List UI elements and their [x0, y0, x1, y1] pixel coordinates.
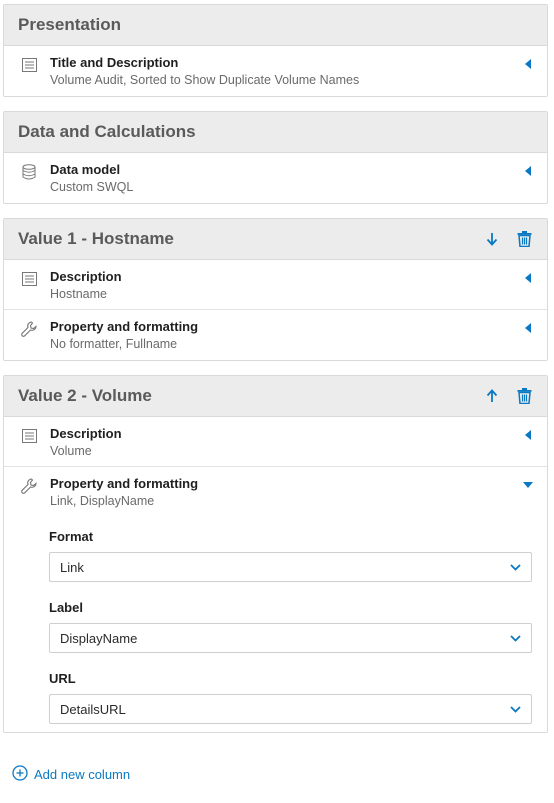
row-subtitle: Hostname	[50, 287, 107, 301]
chevron-down-icon	[510, 558, 521, 576]
row-subtitle: Link, DisplayName	[50, 494, 155, 508]
section-title: Data and Calculations	[18, 122, 196, 141]
arrow-down-icon[interactable]	[483, 230, 501, 248]
wrench-icon	[18, 320, 40, 338]
list-icon	[18, 270, 40, 288]
arrow-up-icon[interactable]	[483, 387, 501, 405]
row-title: Title and Description	[50, 55, 179, 70]
row-title: Property and formatting	[50, 476, 199, 491]
row-subtitle: No formatter, Fullname	[50, 337, 178, 351]
row-subtitle: Volume	[50, 444, 92, 458]
data-calculations-header: Data and Calculations	[4, 112, 547, 153]
caret-left-icon[interactable]	[521, 57, 535, 71]
data-model-row[interactable]: Data model Custom SWQL	[4, 153, 547, 203]
caret-left-icon[interactable]	[521, 271, 535, 285]
data-calculations-panel: Data and Calculations Data model Custom …	[3, 111, 548, 204]
title-description-row[interactable]: Title and Description Volume Audit, Sort…	[4, 46, 547, 96]
list-icon	[18, 427, 40, 445]
value2-description-row[interactable]: Description Volume	[4, 417, 547, 467]
caret-left-icon[interactable]	[521, 164, 535, 178]
trash-icon[interactable]	[515, 230, 533, 248]
chevron-down-icon	[510, 700, 521, 718]
caret-left-icon[interactable]	[521, 428, 535, 442]
caret-down-icon[interactable]	[521, 478, 535, 492]
trash-icon[interactable]	[515, 387, 533, 405]
format-select[interactable]: Link	[49, 552, 532, 582]
label-value: DisplayName	[60, 630, 138, 646]
label-label: Label	[49, 600, 83, 615]
row-title: Property and formatting	[50, 319, 199, 334]
value2-header: Value 2 - Volume	[4, 376, 547, 417]
value1-description-row[interactable]: Description Hostname	[4, 260, 547, 310]
plus-circle-icon	[12, 765, 28, 784]
row-subtitle: Custom SWQL	[50, 180, 134, 194]
row-title: Description	[50, 269, 122, 284]
format-value: Link	[60, 559, 84, 575]
format-label: Format	[49, 529, 94, 544]
url-value: DetailsURL	[60, 701, 126, 717]
value1-header: Value 1 - Hostname	[4, 219, 547, 260]
presentation-header: Presentation	[4, 5, 547, 46]
section-title: Presentation	[18, 15, 121, 34]
url-label: URL	[49, 671, 76, 686]
value2-panel: Value 2 - Volume Description Volume Prop…	[3, 375, 548, 733]
add-new-column-button[interactable]: Add new column	[12, 765, 130, 784]
database-icon	[18, 163, 40, 181]
caret-left-icon[interactable]	[521, 321, 535, 335]
url-select[interactable]: DetailsURL	[49, 694, 532, 724]
value1-property-row[interactable]: Property and formatting No formatter, Fu…	[4, 310, 547, 360]
label-select[interactable]: DisplayName	[49, 623, 532, 653]
presentation-panel: Presentation Title and Description Volum…	[3, 4, 548, 97]
row-title: Description	[50, 426, 122, 441]
value1-panel: Value 1 - Hostname Description Hostname …	[3, 218, 548, 361]
list-icon	[18, 56, 40, 74]
row-subtitle: Volume Audit, Sorted to Show Duplicate V…	[50, 73, 360, 87]
section-title: Value 1 - Hostname	[18, 229, 174, 248]
section-title: Value 2 - Volume	[18, 386, 152, 405]
chevron-down-icon	[510, 629, 521, 647]
property-formatting-editor: Format Link Label DisplayName URL Detail…	[4, 529, 547, 732]
row-title: Data model	[50, 162, 121, 177]
add-new-column-label: Add new column	[34, 767, 131, 782]
value2-property-row[interactable]: Property and formatting Link, DisplayNam…	[4, 467, 547, 517]
wrench-icon	[18, 477, 40, 495]
